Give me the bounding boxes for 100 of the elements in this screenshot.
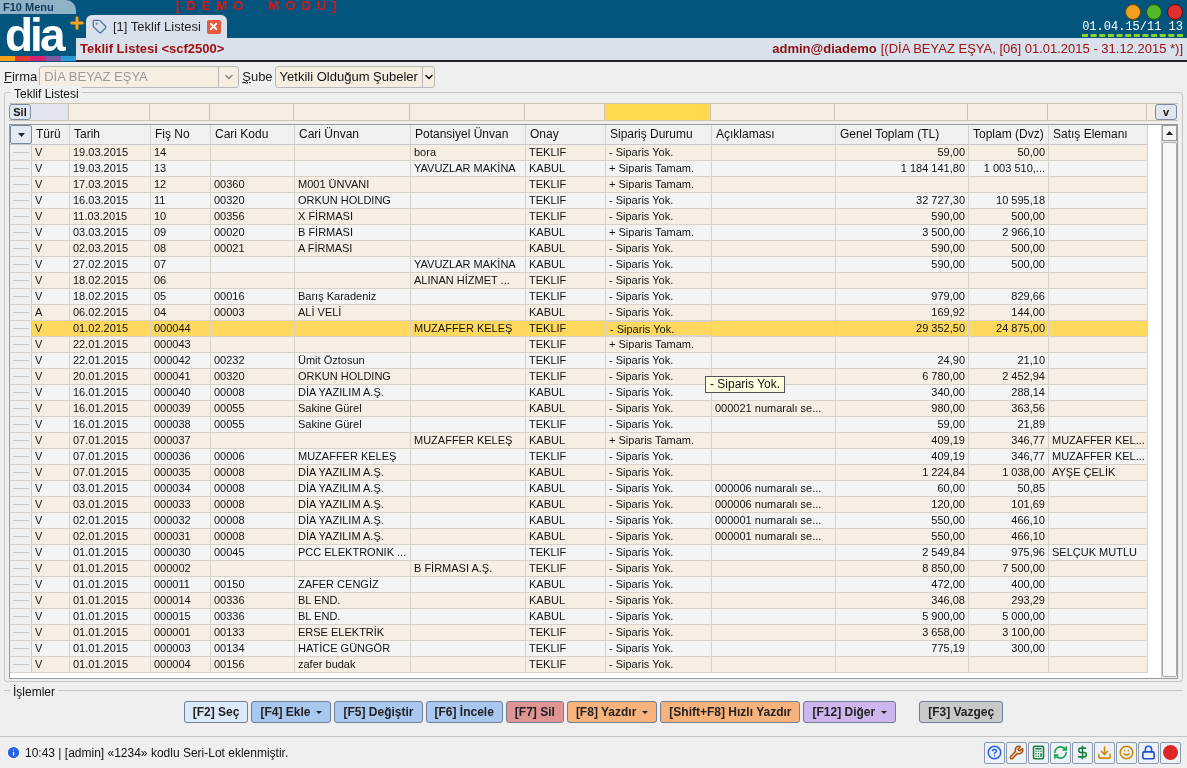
action-button[interactable]: [F7] Sil	[505, 701, 564, 723]
table-row[interactable]: V 16.03.2015 11 00320 ORKUN HOLDING TEKLIF - Siparis Yok. 32 727,30 10 595,18	[10, 193, 1148, 209]
column-menu-button[interactable]	[10, 125, 32, 144]
table-row[interactable]: V 01.01.2015 000003 00134 HATİCE GÜNGÖR TEKLIF - Siparis Yok. 775,19 300,00	[10, 641, 1148, 657]
table-cell: V	[32, 417, 70, 432]
table-row[interactable]: V 01.01.2015 000011 00150 ZAFER CENGİZ KABUL - Siparis Yok. 472,00 400,00	[10, 577, 1148, 593]
table-row[interactable]: V 07.01.2015 000035 00008 DİA YAZILIM A.Ş. KABUL - Siparis Yok. 1 224,84 1 038,00 AYŞE ÇELİK	[10, 465, 1148, 481]
table-row[interactable]: V 01.01.2015 000014 00336 BL END. KABUL - Siparis Yok. 346,08 293,29	[10, 593, 1148, 609]
tray-button[interactable]	[1160, 741, 1181, 764]
action-button[interactable]: [F2] Seç	[183, 701, 249, 723]
column-header[interactable]: Fiş No	[151, 125, 211, 144]
menu-tab[interactable]: F10 Menu	[0, 0, 76, 14]
table-row[interactable]: V 01.02.2015 000044 MUZAFFER KELEŞ TEKLIF - Siparis Yok. 29 352,50 24 875,00	[10, 321, 1148, 337]
table-row[interactable]: V 22.01.2015 000043 TEKLIF + Siparis Tamam.	[10, 337, 1148, 353]
action-button[interactable]: [F5] Değiştir	[334, 701, 423, 723]
table-cell: 16.03.2015	[70, 193, 151, 208]
column-header[interactable]: Onay	[526, 125, 606, 144]
table-row[interactable]: V 01.01.2015 000002 B FİRMASI A.Ş. TEKLIF - Siparis Yok. 8 850,00 7 500,00	[10, 561, 1148, 577]
table-row[interactable]: V 02.01.2015 000031 00008 DİA YAZILIM A.Ş. KABUL - Siparis Yok. 000001 numaralı se... 550,00 466,10	[10, 529, 1148, 545]
table-cell: 03.01.2015	[70, 497, 151, 512]
plus-icon[interactable]	[68, 14, 86, 32]
column-header[interactable]: Potansiyel Ünvan	[411, 125, 526, 144]
table-row[interactable]: V 17.03.2015 12 00360 M001 ÜNVANI TEKLIF + Siparis Tamam.	[10, 177, 1148, 193]
table-row[interactable]: V 16.01.2015 000039 00055 Sakine Gürel KABUL - Siparis Yok. 000021 numaralı se... 980,00 363,56	[10, 401, 1148, 417]
column-header[interactable]: Açıklaması	[712, 125, 836, 144]
table-row[interactable]: V 03.03.2015 09 00020 B FİRMASI KABUL + Siparis Tamam. 3 500,00 2 966,10	[10, 225, 1148, 241]
table-cell: A	[32, 305, 70, 320]
table-cell: 00003	[211, 305, 295, 320]
filter-cell[interactable]	[31, 104, 69, 120]
table-cell: 000032	[151, 513, 211, 528]
table-row[interactable]: V 19.03.2015 14 bora TEKLIF - Siparis Yok. 59,00 50,00	[10, 145, 1148, 161]
tray-button[interactable]	[1094, 741, 1115, 764]
table-row[interactable]: V 02.03.2015 08 00021 A FİRMASI KABUL - Siparis Yok. 590,00 500,00	[10, 241, 1148, 257]
action-button[interactable]: [F3] Vazgeç	[919, 701, 1004, 723]
column-header[interactable]: Cari Kodu	[211, 125, 295, 144]
table-row[interactable]: V 11.03.2015 10 00356 X FİRMASI TEKLIF - Siparis Yok. 590,00 500,00	[10, 209, 1148, 225]
minimize-button[interactable]	[1125, 4, 1141, 20]
table-cell: YAVUZLAR MAKİNA	[411, 161, 526, 176]
close-button[interactable]	[1167, 4, 1183, 20]
window-title: Teklif Listesi <scf2500>	[80, 40, 225, 59]
clear-filter-button[interactable]: Sil	[9, 104, 31, 120]
table-row[interactable]: V 01.01.2015 000015 00336 BL END. KABUL - Siparis Yok. 5 900,00 5 000,00	[10, 609, 1148, 625]
maximize-button[interactable]	[1146, 4, 1162, 20]
table-row[interactable]: V 03.01.2015 000033 00008 DİA YAZILIM A.Ş. KABUL - Siparis Yok. 000006 numaralı se... 120,00 101,69	[10, 497, 1148, 513]
table-cell: 466,10	[969, 529, 1049, 544]
action-button[interactable]: [F12] Diğer	[803, 701, 897, 723]
tray-button[interactable]	[984, 741, 1005, 764]
table-cell: 2 452,94	[969, 369, 1049, 384]
action-button[interactable]: [Shift+F8] Hızlı Yazdır	[660, 701, 801, 723]
table-row[interactable]: V 02.01.2015 000032 00008 DİA YAZILIM A.Ş. KABUL - Siparis Yok. 000001 numaralı se... 550,00 466,10	[10, 513, 1148, 529]
table-cell: - Siparis Yok.	[606, 449, 712, 464]
column-header[interactable]: Sipariş Durumu	[606, 125, 712, 144]
table-row[interactable]: V 01.01.2015 000030 00045 PCC ELEKTRONIK ... TEKLIF - Siparis Yok. 2 549,84 975,96 SELÇUK MUTLU	[10, 545, 1148, 561]
tray-button[interactable]	[1028, 741, 1049, 764]
table-row[interactable]: V 01.01.2015 000001 00133 ERSE ELEKTRİK TEKLIF - Siparis Yok. 3 658,00 3 100,00	[10, 625, 1148, 641]
table-cell: 50,85	[969, 481, 1049, 496]
table-cell: 590,00	[836, 257, 969, 272]
stop-icon	[1163, 745, 1178, 760]
action-button[interactable]: [F6] İncele	[425, 701, 503, 723]
table-row[interactable]: V 18.02.2015 05 00016 Barış Karadeniz TEKLIF - Siparis Yok. 979,00 829,66	[10, 289, 1148, 305]
action-button[interactable]: [F4] Ekle	[251, 701, 332, 723]
dropdown-field[interactable]: Yetkili Olduğum Şubeler	[274, 66, 435, 88]
table-row[interactable]: V 27.02.2015 07 YAVUZLAR MAKİNA KABUL - Siparis Yok. 590,00 500,00	[10, 257, 1148, 273]
column-header[interactable]: Genel Toplam (TL)	[836, 125, 969, 144]
action-button[interactable]: [F8] Yazdır	[566, 701, 658, 723]
tray-button[interactable]	[1072, 741, 1093, 764]
tray-button[interactable]	[1138, 741, 1159, 764]
tray-button[interactable]	[1050, 741, 1071, 764]
column-header[interactable]: Türü	[32, 125, 70, 144]
tray-button[interactable]	[1006, 741, 1027, 764]
table-row[interactable]: A 06.02.2015 04 00003 ALİ VELİ KABUL - Siparis Yok. 169,92 144,00	[10, 305, 1148, 321]
table-row[interactable]: V 19.03.2015 13 YAVUZLAR MAKİNA KABUL + Siparis Tamam. 1 184 141,80 1 003 510,...	[10, 161, 1148, 177]
column-header[interactable]: Satış Elemanı	[1049, 125, 1148, 144]
table-row[interactable]: V 01.01.2015 000004 00156 zafer budak TEKLIF - Siparis Yok.	[10, 657, 1148, 673]
table-row[interactable]: V 16.01.2015 000038 00055 Sakine Gürel TEKLIF - Siparis Yok. 59,00 21,89	[10, 417, 1148, 433]
table-cell: DİA YAZILIM A.Ş.	[295, 513, 411, 528]
table-cell: V	[32, 433, 70, 448]
table-row[interactable]: V 18.02.2015 06 ALINAN HİZMET ... TEKLIF - Siparis Yok.	[10, 273, 1148, 289]
table-row[interactable]: V 07.01.2015 000036 00006 MUZAFFER KELEŞ TEKLIF - Siparis Yok. 409,19 346,77 MUZAFFER KEL...	[10, 449, 1148, 465]
table-row[interactable]: V 22.01.2015 000042 00232 Ümit Öztosun TEKLIF - Siparis Yok. 24,90 21,10	[10, 353, 1148, 369]
table-row[interactable]: V 03.01.2015 000034 00008 DİA YAZILIM A.Ş. KABUL - Siparis Yok. 000006 numaralı se... 60,00 50,85	[10, 481, 1148, 497]
column-header[interactable]: Tarih	[70, 125, 151, 144]
table-cell: 000031	[151, 529, 211, 544]
column-toggle-button[interactable]: v	[1155, 104, 1177, 120]
table-cell: 293,29	[969, 593, 1049, 608]
table-cell: 979,00	[836, 289, 969, 304]
document-tab[interactable]: [1] Teklif Listesi	[86, 15, 227, 38]
field-label: Firma	[4, 68, 38, 87]
column-header[interactable]: Toplam (Dvz)	[969, 125, 1049, 144]
table-cell: 000042	[151, 353, 211, 368]
table-row[interactable]: V 07.01.2015 000037 MUZAFFER KELEŞ KABUL + Siparis Tamam. 409,19 346,77 MUZAFFER KEL...	[10, 433, 1148, 449]
close-icon[interactable]	[206, 19, 221, 34]
column-header[interactable]: Cari Ünvan	[295, 125, 411, 144]
table-cell: 00133	[211, 625, 295, 640]
table-cell: - Siparis Yok.	[606, 609, 712, 624]
tray-button[interactable]	[1116, 741, 1137, 764]
table-cell: KABUL	[526, 257, 606, 272]
table-cell: - Siparis Yok.	[606, 593, 712, 608]
context-text: [(DİA BEYAZ EŞYA, [06] 01.01.2015 - 31.12.2015 *)]	[880, 40, 1183, 59]
filter-cell[interactable]	[605, 104, 711, 120]
